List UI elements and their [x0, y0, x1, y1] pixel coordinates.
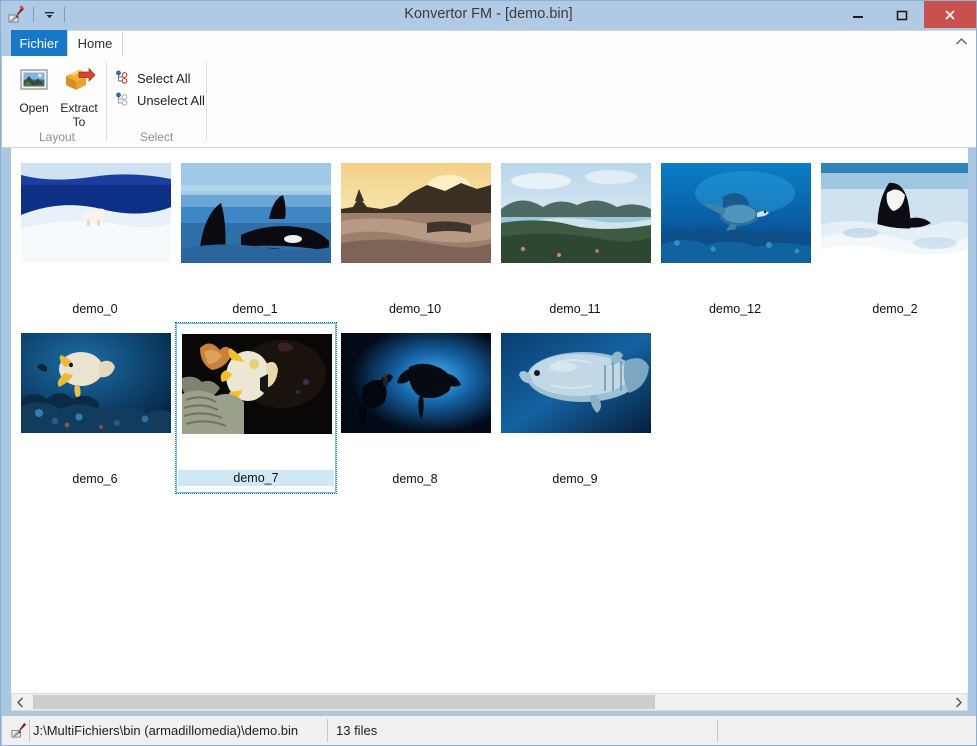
ribbon-group-select-label: Select — [139, 130, 174, 144]
ribbon-group-select: Select All Unselect All Select — [107, 56, 206, 147]
ribbon-group-layout-label: Layout — [38, 130, 76, 144]
thumbnail-item[interactable]: demo_10 — [336, 153, 496, 323]
unselect-all-label: Unselect All — [137, 92, 205, 108]
thumbnail-image[interactable] — [21, 163, 171, 263]
extract-to-label-line1: Extract — [60, 101, 98, 115]
ribbon-tab-strip: Fichier Home — [2, 28, 976, 56]
select-all-label: Select All — [137, 70, 191, 86]
thumbnail-label: demo_2 — [872, 302, 918, 316]
thumbnail-label: demo_1 — [232, 302, 278, 316]
thumbnail-image[interactable] — [182, 334, 332, 434]
thumbnail-label: demo_11 — [549, 302, 601, 316]
thumbnail-image[interactable] — [501, 333, 651, 433]
select-all-button[interactable]: Select All — [115, 68, 190, 88]
maximize-icon[interactable] — [880, 1, 924, 28]
application-window: Konvertor FM - [demo.bin] Fichier Home O… — [0, 0, 977, 746]
thumbnail-item[interactable]: demo_1 — [176, 153, 336, 323]
window-title: Konvertor FM - [demo.bin] — [404, 6, 573, 22]
thumbnail-image[interactable] — [661, 163, 811, 263]
horizontal-scrollbar[interactable] — [11, 693, 968, 711]
thumbnail-image[interactable] — [341, 333, 491, 433]
thumbnail-label: demo_12 — [708, 302, 762, 316]
chevron-up-icon[interactable] — [955, 36, 968, 48]
extract-to-button-label: Extract To — [53, 101, 105, 129]
status-file-count: 13 files — [336, 723, 378, 738]
status-separator-2 — [327, 719, 328, 742]
ribbon-group-layout: Open Extract To Layout — [2, 56, 112, 147]
status-path-text: J:\MultiFichiers\bin (armadillomedia)\de… — [33, 723, 299, 738]
minimize-icon[interactable] — [836, 1, 880, 28]
unselect-all-button[interactable]: Unselect All — [115, 90, 205, 110]
thumbnail-label: demo_6 — [72, 472, 118, 486]
status-separator-3 — [717, 719, 718, 742]
chevron-down-icon[interactable] — [41, 7, 57, 23]
qat-separator-2 — [64, 7, 65, 22]
scrollbar-thumb[interactable] — [33, 695, 655, 709]
chevron-left-icon[interactable] — [12, 694, 29, 710]
select-all-tree-icon — [115, 70, 131, 86]
thumbnail-item[interactable]: demo_11 — [496, 153, 656, 323]
thumbnail-image[interactable] — [821, 163, 968, 263]
extract-to-label-line2: To — [72, 115, 86, 129]
close-icon[interactable] — [924, 1, 976, 28]
app-tool-icon — [10, 721, 28, 739]
thumbnail-image[interactable] — [21, 333, 171, 433]
status-bar: J:\MultiFichiers\bin (armadillomedia)\de… — [2, 715, 976, 745]
window-controls[interactable] — [836, 1, 976, 28]
extract-box-arrow-icon — [62, 63, 96, 97]
picture-frame-icon — [17, 63, 51, 97]
tab-fichier[interactable]: Fichier — [11, 30, 67, 56]
thumbnail-item[interactable]: demo_8 — [336, 323, 496, 493]
thumbnail-item[interactable]: demo_7 — [175, 322, 337, 494]
ribbon-panel: Open Extract To Layout Select All Unsele… — [2, 56, 976, 148]
thumbnail-item[interactable]: demo_6 — [16, 323, 176, 493]
thumbnail-image[interactable] — [181, 163, 331, 263]
thumbnail-item[interactable]: demo_2 — [816, 153, 968, 323]
thumbnail-label: demo_9 — [552, 472, 598, 486]
thumbnail-label: demo_7 — [178, 470, 334, 486]
ribbon-group-separator-2 — [206, 62, 207, 141]
thumbnail-item[interactable]: demo_0 — [16, 153, 176, 323]
status-separator-1 — [29, 719, 30, 742]
thumbnail-label: demo_0 — [72, 302, 118, 316]
extract-to-button[interactable]: Extract To — [53, 60, 105, 129]
thumbnail-image[interactable] — [341, 163, 491, 263]
chevron-right-icon[interactable] — [950, 694, 967, 710]
tab-strip-filler — [123, 30, 976, 56]
thumbnail-item[interactable]: demo_12 — [656, 153, 816, 323]
thumbnail-view[interactable]: demo_0 demo_1 demo_10 demo_11 demo_12 de… — [11, 148, 968, 693]
thumbnail-label: demo_8 — [392, 472, 438, 486]
thumbnail-image[interactable] — [501, 163, 651, 263]
thumbnail-label: demo_10 — [388, 302, 442, 316]
thumbnail-item[interactable]: demo_9 — [496, 323, 656, 493]
tab-home[interactable]: Home — [67, 30, 123, 56]
quick-access-toolbar[interactable] — [7, 3, 72, 26]
app-tool-icon[interactable] — [7, 5, 26, 24]
unselect-all-tree-icon — [115, 92, 131, 108]
qat-separator-1 — [33, 7, 34, 22]
title-bar: Konvertor FM - [demo.bin] — [1, 1, 976, 28]
